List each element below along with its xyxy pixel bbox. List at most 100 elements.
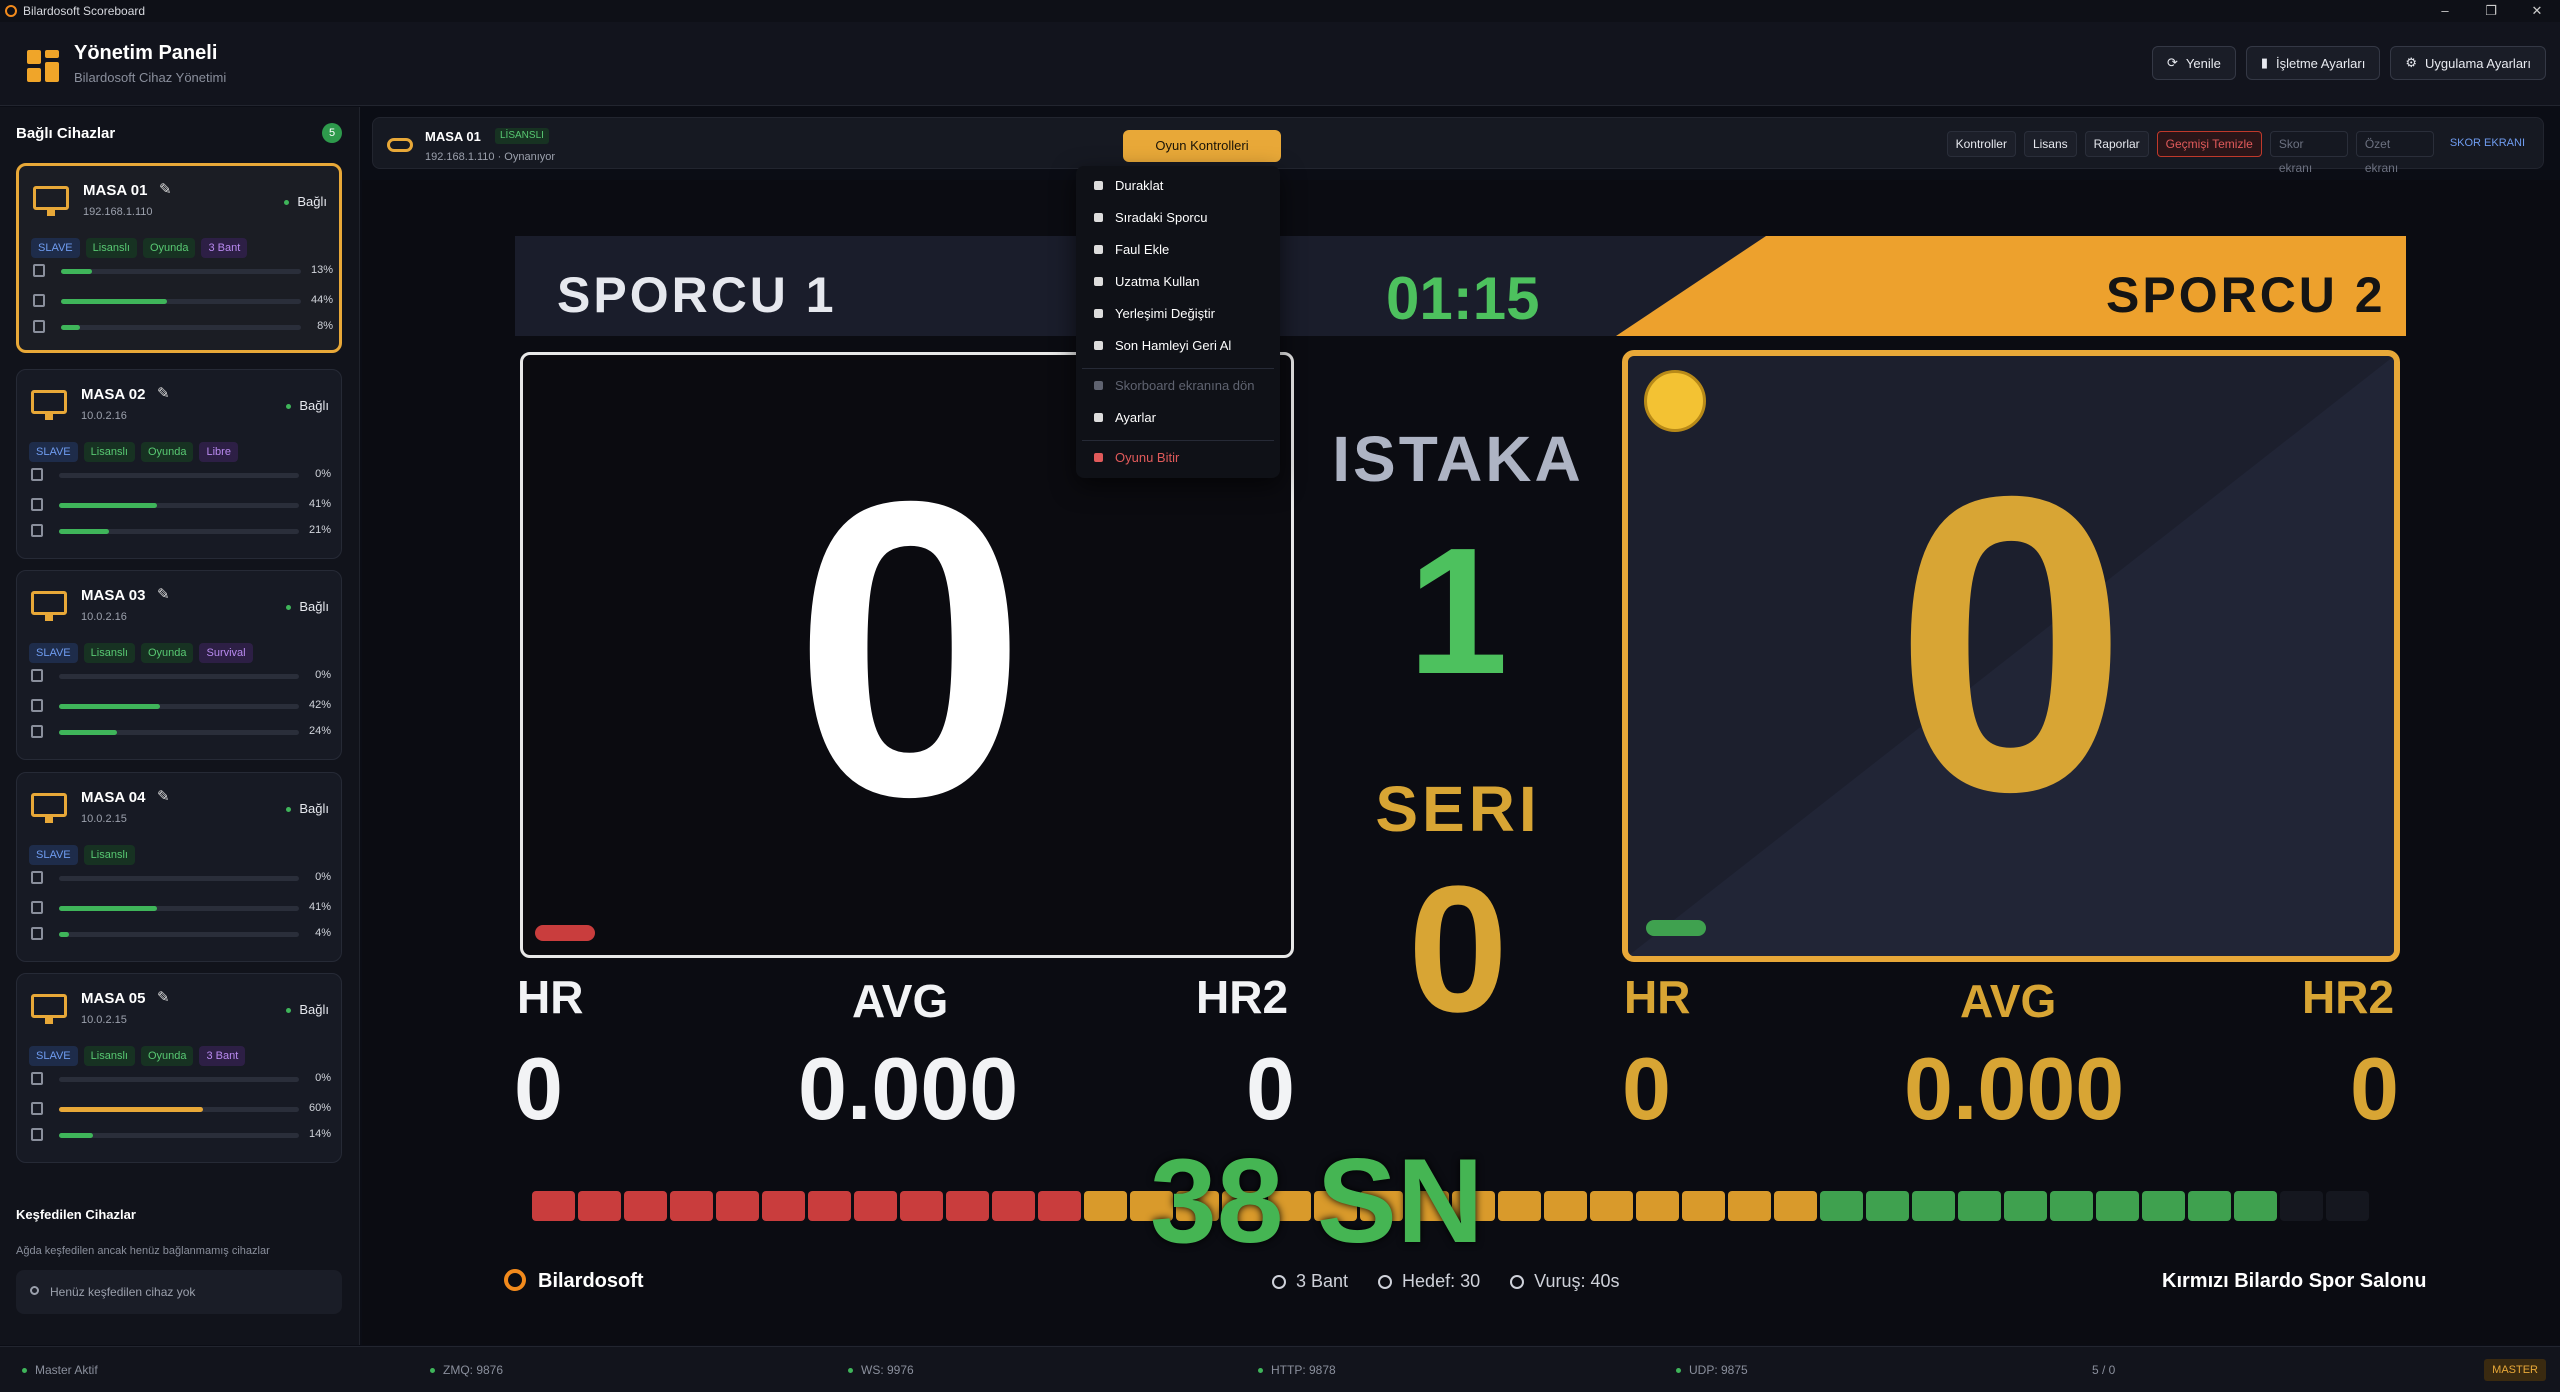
maximize-button[interactable]: ❐ xyxy=(2468,0,2514,22)
swap-icon xyxy=(1094,213,1103,222)
gamepad-icon xyxy=(387,138,413,152)
header-button-label: Uygulama Ayarları xyxy=(2425,55,2531,71)
status-bar: Master Aktif ZMQ: 9876 WS: 9976 HTTP: 98… xyxy=(0,1346,2560,1392)
edit-icon[interactable]: ✎ xyxy=(157,384,170,402)
status-ws-text: WS: 9976 xyxy=(861,1363,914,1377)
controls-button[interactable]: Kontroller xyxy=(1946,131,2016,157)
game-controls-menu: Duraklat Sıradaki Sporcu Faul Ekle Uzatm… xyxy=(1076,166,1280,478)
bilardosoft-logo-icon xyxy=(504,1269,526,1291)
connection-status: Bağlı xyxy=(286,1002,329,1017)
meter-track xyxy=(59,876,299,881)
meter-track xyxy=(59,1107,299,1112)
refresh-button[interactable]: ⟳ Yenile xyxy=(2151,46,2236,80)
menu-change-layout[interactable]: Yerleşimi Değiştir xyxy=(1094,306,1215,321)
player1-score: 0 xyxy=(793,415,1027,884)
topbar-license-badge: LİSANSLI xyxy=(495,128,549,144)
monitor-icon xyxy=(31,793,67,823)
menu-pause[interactable]: Duraklat xyxy=(1094,178,1163,193)
device-card[interactable]: MASA 04 ✎ 10.0.2.15 Bağlı SLAVE Lisanslı … xyxy=(16,772,342,962)
meter-track xyxy=(59,674,299,679)
menu-settings[interactable]: Ayarlar xyxy=(1094,410,1156,425)
meter-percent: 60% xyxy=(308,1102,331,1114)
business-settings-button[interactable]: ▮ İşletme Ayarları xyxy=(2245,46,2381,80)
p1-hr-value: 0 xyxy=(514,1039,563,1138)
meter-track xyxy=(59,1077,299,1082)
summary-screen-input[interactable]: Özet ekranı xyxy=(2355,131,2434,175)
menu-use-extension[interactable]: Uzatma Kullan xyxy=(1094,274,1200,289)
device-card[interactable]: MASA 03 ✎ 10.0.2.16 Bağlı SLAVE Lisanslı O… xyxy=(16,570,342,760)
connection-status-text: Bağlı xyxy=(299,398,329,413)
menu-next-player[interactable]: Sıradaki Sporcu xyxy=(1094,210,1208,225)
meter-track xyxy=(59,906,299,911)
menu-use-extension-label: Uzatma Kullan xyxy=(1115,274,1200,289)
meter-track xyxy=(59,529,299,534)
tag-game: Oyunda xyxy=(140,1046,194,1066)
timeline-segment-green xyxy=(2096,1191,2139,1221)
edit-icon[interactable]: ✎ xyxy=(159,180,172,198)
menu-end-game[interactable]: Oyunu Bitir xyxy=(1094,450,1179,465)
page-title: Yönetim Paneli xyxy=(74,42,218,64)
game-controls-button[interactable]: Oyun Kontrolleri xyxy=(1123,130,1281,162)
cpu-icon xyxy=(33,264,45,277)
network-icon xyxy=(31,1102,43,1115)
device-card[interactable]: MASA 05 ✎ 10.0.2.15 Bağlı SLAVE Lisanslı O… xyxy=(16,973,342,1163)
stopwatch-icon xyxy=(1510,1275,1525,1289)
connection-status-text: Bağlı xyxy=(297,194,327,209)
player2-name: SPORCU 2 xyxy=(2106,267,2386,323)
menu-undo-last-label: Son Hamleyi Geri Al xyxy=(1115,338,1232,353)
cpu-icon xyxy=(31,871,43,884)
resource-meter: 13% xyxy=(33,264,333,278)
meter-fill xyxy=(61,269,92,274)
meter-track xyxy=(61,325,301,330)
resource-meter: 4% xyxy=(31,927,331,941)
p1-hr-label: HR xyxy=(517,971,584,1023)
foul-icon xyxy=(1094,245,1103,254)
game-timer: 01:15 xyxy=(1386,265,1540,332)
timeline-segment-red xyxy=(900,1191,943,1221)
target-info: Hedef: 30 xyxy=(1378,1271,1480,1292)
edit-icon[interactable]: ✎ xyxy=(157,988,170,1006)
minimize-button[interactable]: – xyxy=(2422,0,2468,22)
timeline-segment-green xyxy=(1912,1191,1955,1221)
meter-track xyxy=(61,299,301,304)
status-zmq: ZMQ: 9876 xyxy=(430,1363,503,1377)
istaka-label: ISTAKA xyxy=(1332,423,1584,495)
device-card[interactable]: MASA 02 ✎ 10.0.2.16 Bağlı SLAVE Lisanslı O… xyxy=(16,369,342,559)
app-settings-button[interactable]: ⚙ Uygulama Ayarları xyxy=(2390,46,2546,80)
sidebar-title: Bağlı Cihazlar xyxy=(16,125,116,142)
license-button[interactable]: Lisans xyxy=(2023,131,2077,157)
device-card[interactable]: MASA 01 ✎ 192.168.1.110 Bağlı SLAVE Lisan… xyxy=(16,163,342,353)
reports-button[interactable]: Raporlar xyxy=(2084,131,2149,157)
timeline-segment-orange xyxy=(1498,1191,1541,1221)
player2-indicator xyxy=(1646,920,1706,936)
tag-slave: SLAVE xyxy=(31,238,80,258)
close-button[interactable]: ✕ xyxy=(2514,0,2560,22)
timeline-segment-orange xyxy=(1544,1191,1587,1221)
tag-game: Oyunda xyxy=(142,238,196,258)
refresh-icon: ⟳ xyxy=(2166,55,2178,70)
shot-clock-seconds: 38 SN xyxy=(1150,1134,1484,1268)
p2-avg-value: 0.000 xyxy=(1904,1039,2125,1138)
gear-icon: ⚙ xyxy=(2405,55,2418,70)
timeline-segment-orange xyxy=(1636,1191,1679,1221)
edit-icon[interactable]: ✎ xyxy=(157,787,170,805)
menu-add-foul[interactable]: Faul Ekle xyxy=(1094,242,1169,257)
timeline-segment-green xyxy=(2234,1191,2277,1221)
meter-percent: 8% xyxy=(317,320,333,332)
edit-icon[interactable]: ✎ xyxy=(157,585,170,603)
menu-undo-last[interactable]: Son Hamleyi Geri Al xyxy=(1094,338,1231,353)
clear-history-button[interactable]: Geçmişi Temizle xyxy=(2156,131,2262,157)
p2-hr-value: 0 xyxy=(1622,1039,1671,1138)
tag-lic: Lisanslı xyxy=(83,442,135,462)
device-ip: 192.168.1.110 xyxy=(83,206,153,218)
device-name: MASA 04 xyxy=(81,789,146,806)
score-screen-input[interactable]: Skor ekranı xyxy=(2269,131,2348,175)
connection-status-text: Bağlı xyxy=(299,1002,329,1017)
status-master: Master Aktif xyxy=(22,1363,98,1377)
screen-icon xyxy=(1094,381,1103,390)
device-name: MASA 01 xyxy=(83,182,148,199)
resource-meter: 0% xyxy=(31,468,331,482)
score-screen-link[interactable]: SKOR EKRANI xyxy=(2442,131,2533,157)
player2-score-box: 0 xyxy=(1622,350,2400,962)
menu-settings-label: Ayarlar xyxy=(1115,410,1156,425)
